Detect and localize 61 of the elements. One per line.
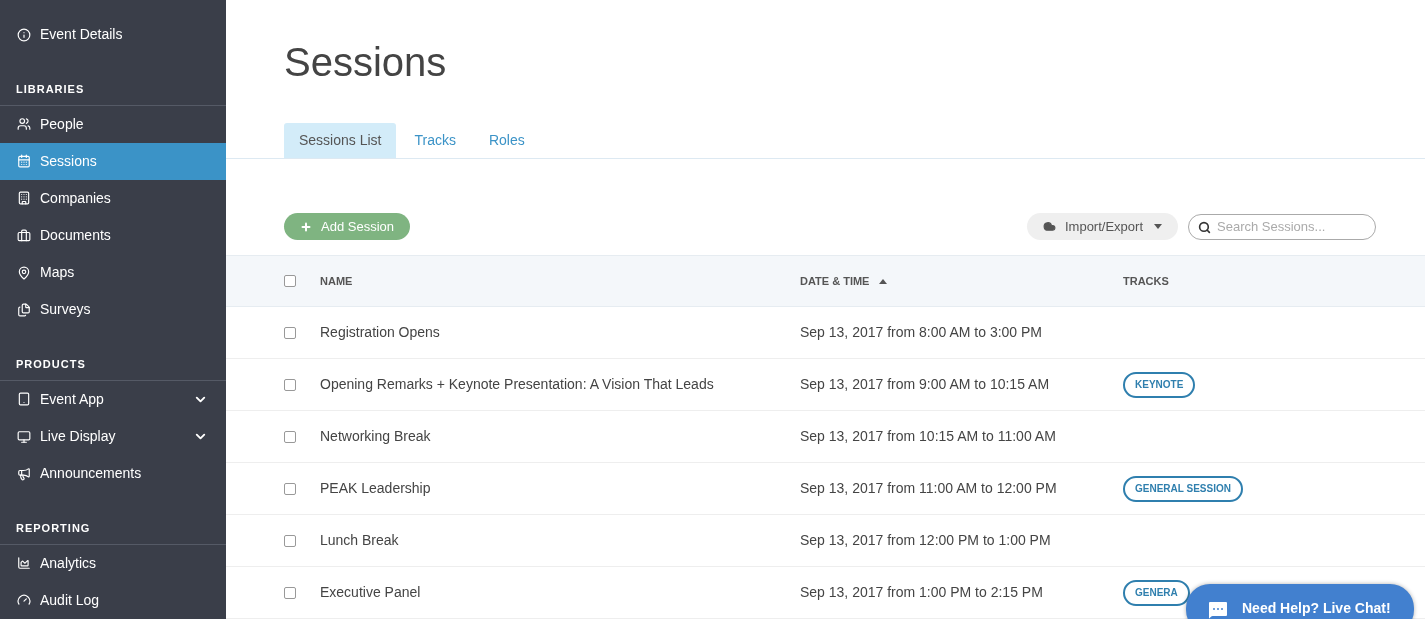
sidebar-item[interactable]: People	[0, 105, 226, 143]
search-field[interactable]: Search Sessions...	[1188, 213, 1376, 240]
monitor-icon	[17, 429, 31, 444]
sidebar-item[interactable]: Announcements	[0, 455, 226, 493]
track-tag[interactable]: GENERAL SESSION	[1123, 475, 1243, 502]
table-cell-text: Sep 13, 2017 from 8:00 AM to 3:00 PM	[800, 323, 1044, 342]
checkbox[interactable]	[284, 534, 296, 547]
sidebar-item[interactable]: Live Display	[0, 418, 226, 456]
area-chart-icon	[17, 556, 31, 571]
table-cell-text: Sep 13, 2017 from 9:00 AM to 10:15 AM	[800, 375, 1051, 394]
megaphone-icon	[17, 466, 31, 481]
checkbox[interactable]	[284, 275, 296, 288]
table-cell-text: Executive Panel	[320, 583, 422, 602]
sidebar-item[interactable]: Companies	[0, 179, 226, 217]
table-cell-text: Opening Remarks + Keynote Presentation: A Vision That Leads	[320, 375, 715, 394]
import-export-button[interactable]: Import/Export	[1026, 213, 1178, 241]
sidebar-item[interactable]: Documents	[0, 217, 226, 255]
live-chat-button[interactable]: Need Help? Live Chat!	[1186, 584, 1414, 619]
map-pin-icon	[17, 265, 31, 280]
table-cell-text: Sep 13, 2017 from 11:00 AM to 12:00 PM	[800, 479, 1058, 498]
cloud-icon	[1042, 220, 1056, 234]
checkbox[interactable]	[284, 378, 296, 391]
table-cell-text: Sep 13, 2017 from 1:00 PM to 2:15 PM	[800, 583, 1044, 602]
briefcase-icon	[17, 228, 31, 243]
gauge-icon	[17, 593, 31, 608]
tab[interactable]: Roles	[473, 123, 540, 159]
table-cell-text: Sep 13, 2017 from 10:15 AM to 11:00 AM	[800, 427, 1057, 446]
track-tag[interactable]: KEYNOTE	[1123, 371, 1196, 398]
sidebar-item[interactable]: Event Details	[0, 16, 226, 54]
table-cell-text: Networking Break	[320, 427, 432, 446]
page-title: Sessions	[284, 39, 448, 86]
column-header[interactable]: DATE & TIME	[800, 272, 870, 290]
section-heading: LIBRARIES	[15, 82, 86, 98]
sidebar-item[interactable]: Surveys	[0, 291, 226, 329]
checkbox[interactable]	[284, 326, 296, 339]
table-cell-text: Sep 13, 2017 from 12:00 PM to 1:00 PM	[800, 531, 1052, 550]
table-cell-text: Registration Opens	[320, 323, 441, 342]
section-heading: REPORTING	[15, 521, 92, 537]
files-icon	[17, 302, 31, 317]
checkbox[interactable]	[284, 482, 296, 495]
checkbox[interactable]	[284, 430, 296, 443]
table-cell-text: PEAK Leadership	[320, 479, 432, 498]
tab[interactable]: Tracks	[399, 123, 471, 159]
people-icon	[17, 117, 31, 132]
info-icon	[17, 27, 31, 42]
sidebar-item[interactable]: Event App	[0, 380, 226, 418]
tablet-icon	[17, 392, 31, 407]
sidebar-item[interactable]: Analytics	[0, 544, 226, 582]
sidebar-item[interactable]: Audit Log	[0, 581, 226, 619]
search-icon	[1198, 220, 1211, 234]
section-heading: PRODUCTS	[15, 357, 87, 373]
column-header[interactable]: TRACKS	[1123, 272, 1169, 290]
tab[interactable]: Sessions List	[284, 123, 397, 159]
building-icon	[17, 191, 31, 206]
dropdown-caret-icon	[1154, 224, 1162, 230]
calendar-icon	[17, 154, 31, 169]
sidebar-item[interactable]: Maps	[0, 254, 226, 292]
column-header[interactable]: NAME	[320, 272, 353, 290]
table-cell-text: Lunch Break	[320, 531, 400, 550]
checkbox[interactable]	[284, 586, 296, 599]
plus-icon	[300, 220, 312, 233]
